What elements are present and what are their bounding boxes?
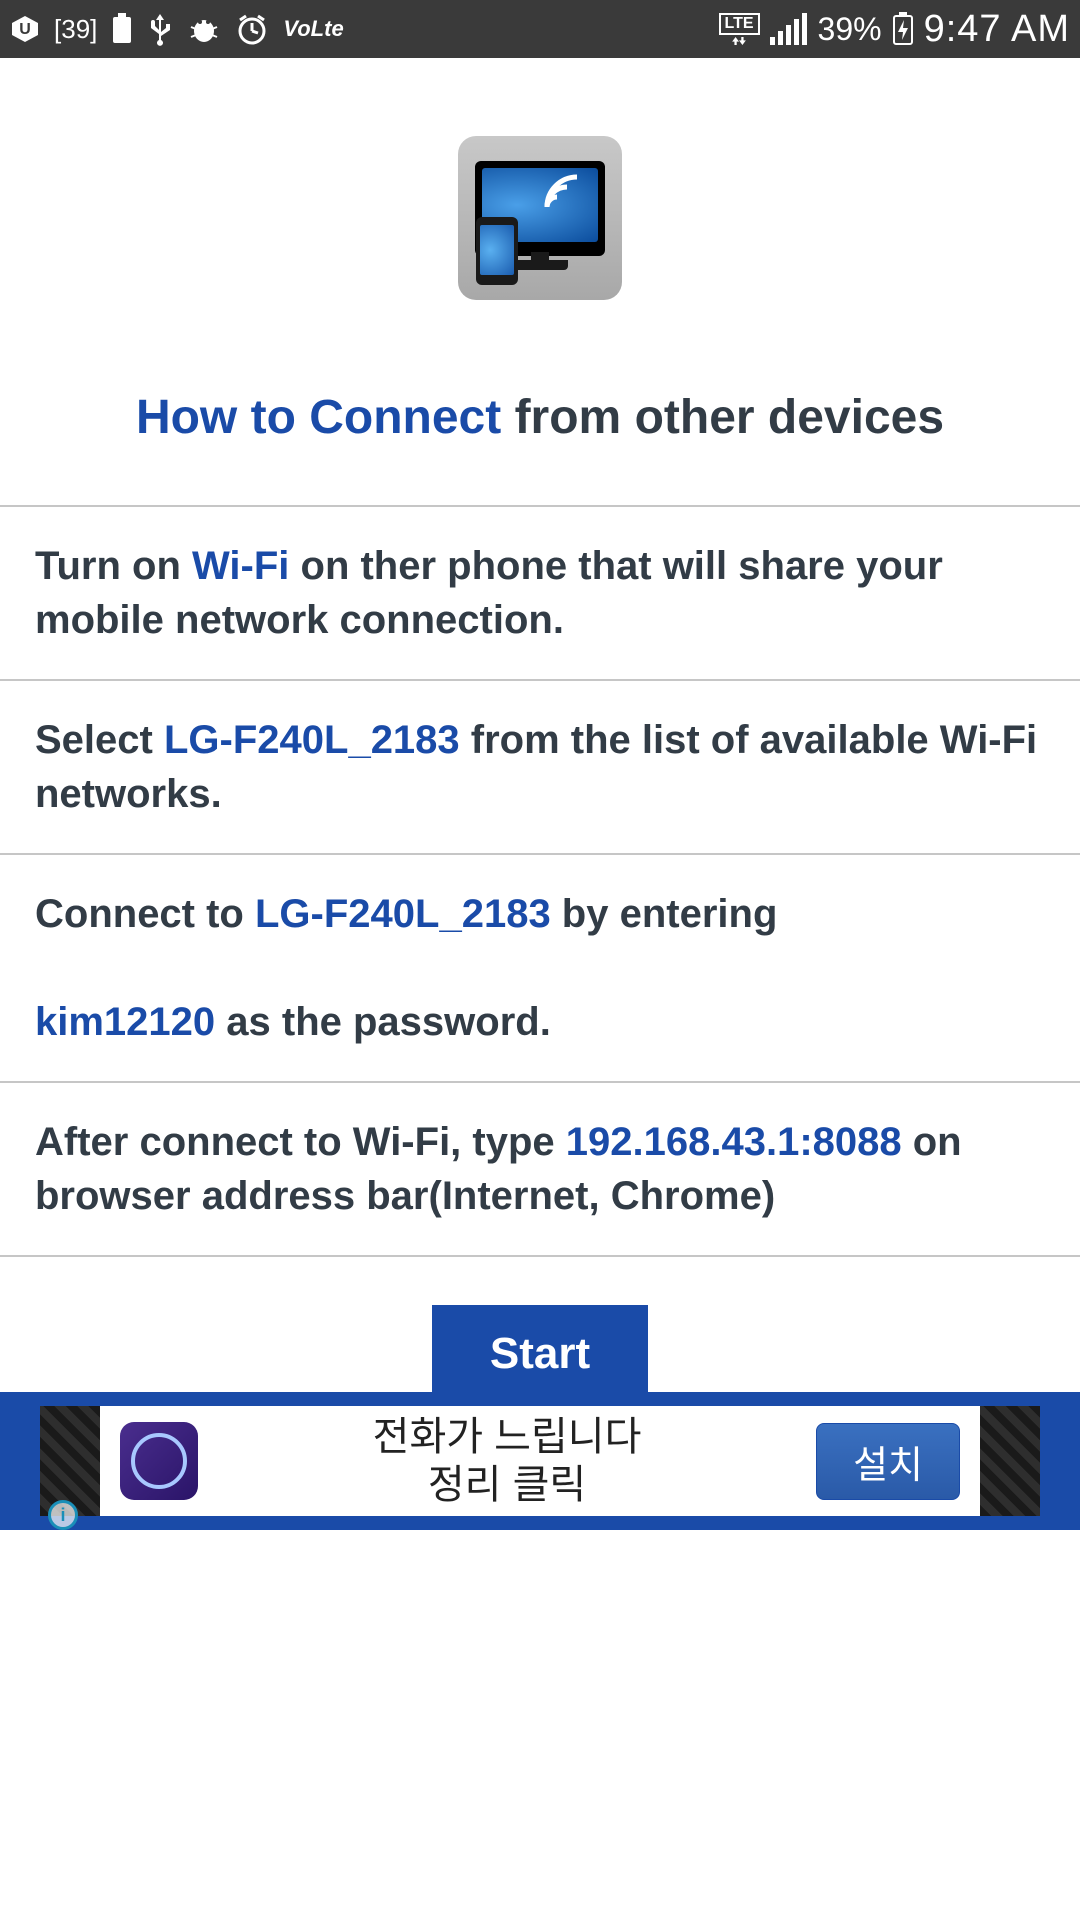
clock-time: 9:47 AM: [924, 8, 1070, 51]
notification-count: 39: [61, 14, 90, 45]
step-1: Turn on Wi-Fi on ther phone that will sh…: [0, 505, 1080, 679]
ad-info-icon[interactable]: i: [48, 1500, 78, 1530]
lte-data-icon: LTE: [719, 13, 760, 45]
title-rest: from other devices: [501, 391, 944, 444]
status-bar: U [39] VoLte LTE 39% 9:47 AM: [0, 0, 1080, 58]
ssid-highlight: LG-F240L_2183: [164, 718, 460, 762]
main-content: How to Connect from other devices Turn o…: [0, 58, 1080, 1451]
ad-install-button[interactable]: 설치: [816, 1423, 960, 1500]
title-highlight: How to Connect: [136, 391, 501, 444]
status-left: U [39] VoLte: [10, 13, 344, 45]
debug-icon: [187, 13, 221, 45]
volte-icon: VoLte: [283, 13, 343, 45]
battery-percent: 39%: [818, 11, 882, 48]
signal-icon: [770, 13, 808, 45]
ad-banner[interactable]: 전화가 느립니다 정리 클릭 설치 i: [0, 1392, 1080, 1530]
start-button[interactable]: Start: [432, 1305, 648, 1403]
ad-line-2: 정리 클릭: [222, 1461, 792, 1509]
cast-waves-icon: [542, 172, 592, 212]
page-title: How to Connect from other devices: [0, 390, 1080, 505]
ssid-highlight-2: LG-F240L_2183: [255, 892, 551, 936]
ad-line-1: 전화가 느립니다: [222, 1413, 792, 1461]
alarm-icon: [235, 13, 269, 45]
carrier-icon: U: [10, 13, 40, 45]
ad-side-left: [40, 1406, 100, 1516]
ad-side-right: [980, 1406, 1040, 1516]
usb-icon: [147, 13, 173, 45]
wifi-highlight: Wi-Fi: [192, 544, 289, 588]
ad-text: 전화가 느립니다 정리 클릭: [222, 1413, 792, 1509]
notification-count-icon: [39]: [54, 13, 97, 45]
password-highlight: kim12120: [35, 1000, 215, 1044]
phone-icon: [476, 217, 518, 285]
app-icon-wrap: [0, 58, 1080, 390]
battery-charging-icon: [892, 13, 914, 45]
app-icon: [458, 136, 622, 300]
step-2: Select LG-F240L_2183 from the list of av…: [0, 679, 1080, 853]
step-3: Connect to LG-F240L_2183 by enteringkim1…: [0, 853, 1080, 1081]
status-right: LTE 39% 9:47 AM: [719, 8, 1071, 51]
battery-saver-icon: [111, 13, 133, 45]
svg-text:U: U: [19, 21, 31, 38]
step-4: After connect to Wi-Fi, type 192.168.43.…: [0, 1081, 1080, 1255]
ad-app-icon: [120, 1422, 198, 1500]
ip-highlight: 192.168.43.1:8088: [566, 1120, 902, 1164]
